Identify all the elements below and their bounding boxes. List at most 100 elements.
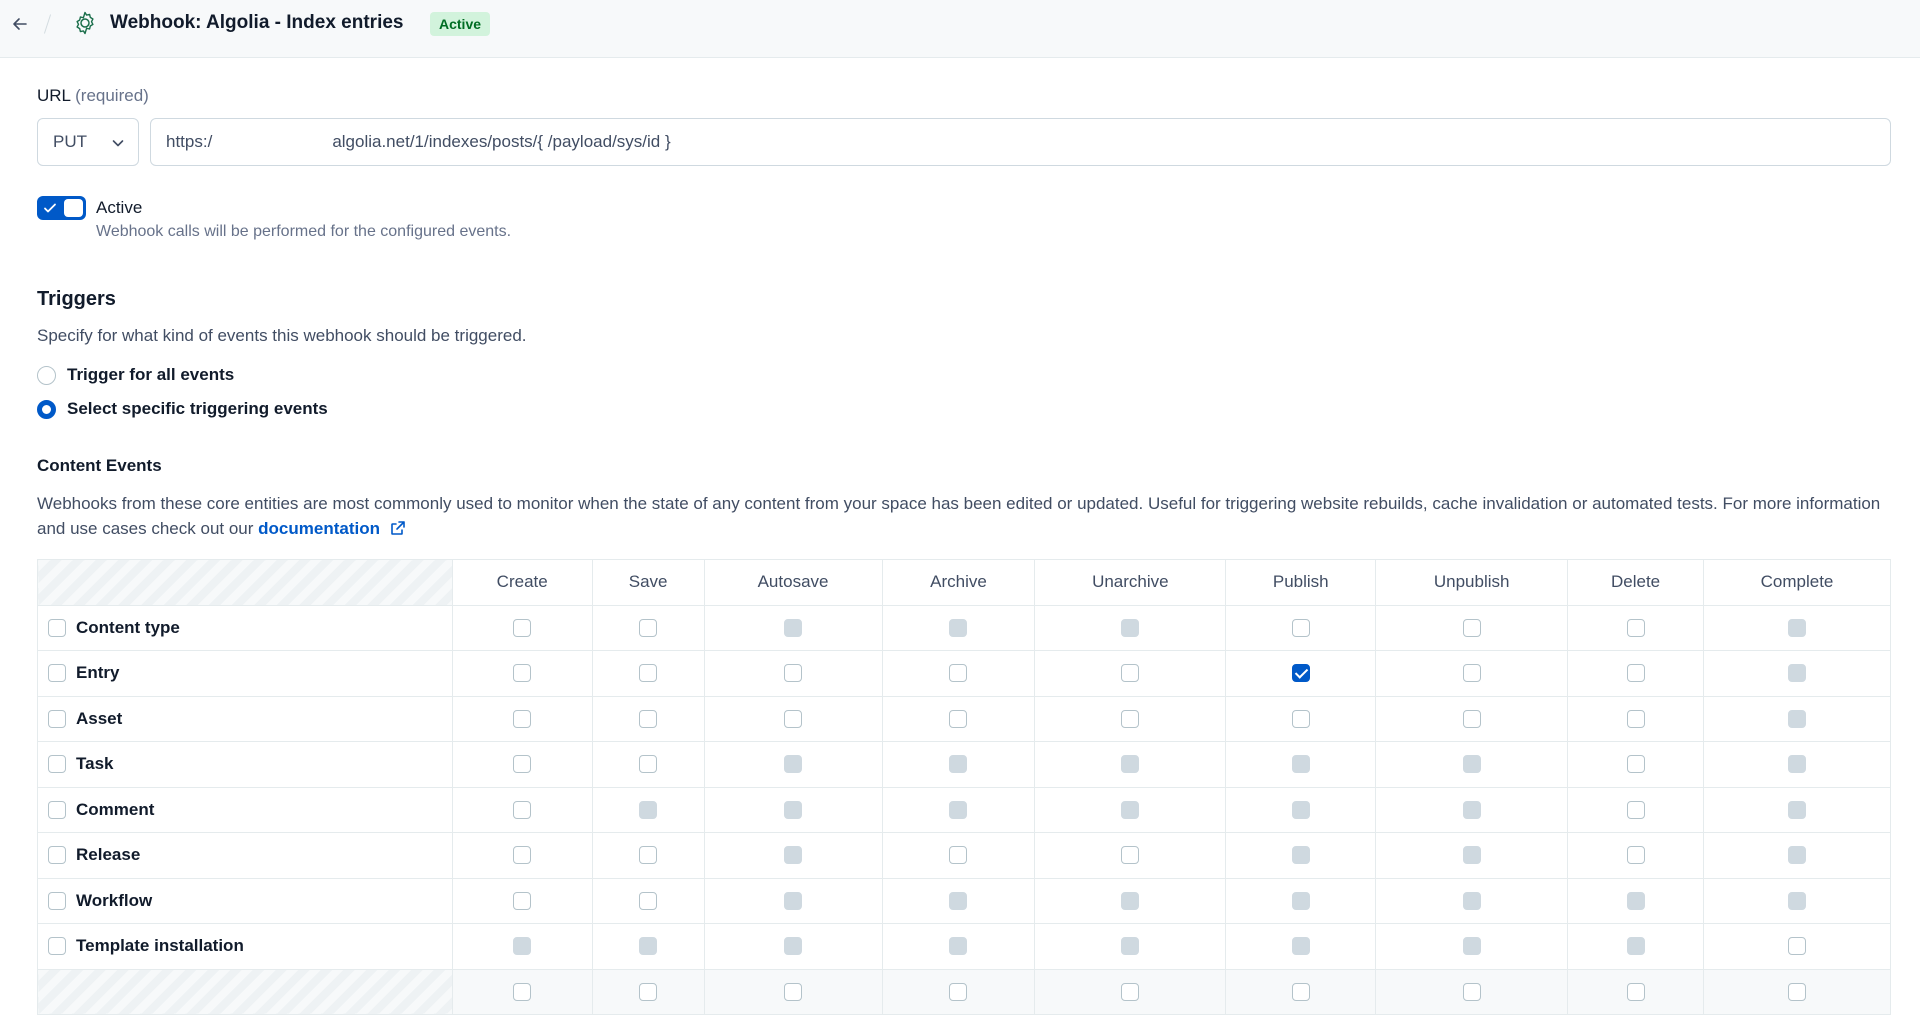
column-select-checkbox-unpublish[interactable]: [1462, 982, 1481, 1001]
event-checkbox-save[interactable]: [639, 709, 658, 728]
radio-button-selected[interactable]: [37, 399, 56, 419]
url-input[interactable]: https:/ algolia.net/1/indexes/posts/{ /p…: [150, 118, 1891, 166]
chevron-down-icon: [112, 140, 124, 147]
row-select-checkbox[interactable]: [48, 800, 66, 819]
event-checkbox-create[interactable]: [513, 800, 532, 819]
event-checkbox-create[interactable]: [513, 891, 532, 910]
event-checkbox-create[interactable]: [513, 618, 532, 637]
row-select-checkbox[interactable]: [48, 664, 66, 683]
event-cell: [1034, 832, 1227, 879]
event-cell: [451, 877, 593, 924]
event-checkbox-publish[interactable]: [1291, 709, 1310, 728]
event-checkbox-unpublish[interactable]: [1462, 618, 1481, 637]
event-checkbox-create[interactable]: [513, 709, 532, 728]
event-checkbox-autosave[interactable]: [784, 709, 803, 728]
event-checkbox-save[interactable]: [639, 618, 658, 637]
footer-corner: [37, 968, 453, 1015]
event-checkbox-unpublish[interactable]: [1462, 664, 1481, 683]
row-select-checkbox[interactable]: [48, 891, 66, 910]
event-checkbox-create: [513, 937, 532, 956]
row-select-checkbox[interactable]: [48, 937, 66, 956]
active-help-text: Webhook calls will be performed for the …: [96, 223, 512, 240]
event-checkbox-unpublish[interactable]: [1462, 709, 1481, 728]
table-header-row: Create Save Autosave Archive Unarchive Publis…: [37, 559, 1891, 606]
event-checkbox-archive[interactable]: [949, 846, 968, 865]
documentation-link-text: documentation: [258, 519, 380, 538]
event-checkbox-delete[interactable]: [1626, 664, 1645, 683]
external-link-icon: [390, 521, 405, 535]
event-checkbox-unpublish: [1462, 755, 1481, 774]
radio-specific-events[interactable]: Select specific triggering events: [37, 399, 328, 419]
row-label: Comment: [76, 799, 155, 819]
page-header: Webhook: Algolia - Index entries Active: [0, 0, 1920, 58]
event-cell: [703, 923, 883, 970]
gear-icon: [76, 11, 94, 35]
column-select-checkbox-unarchive[interactable]: [1121, 982, 1140, 1001]
event-checkbox-save[interactable]: [639, 664, 658, 683]
event-cell: [1703, 923, 1891, 970]
row-select-checkbox[interactable]: [48, 709, 66, 728]
event-checkbox-unarchive: [1121, 800, 1140, 819]
row-select-checkbox[interactable]: [48, 846, 66, 865]
event-checkbox-publish[interactable]: [1291, 618, 1310, 637]
event-checkbox-archive[interactable]: [949, 664, 968, 683]
event-cell: [1703, 832, 1891, 879]
event-checkbox-unpublish: [1462, 937, 1481, 956]
event-checkbox-complete[interactable]: [1788, 937, 1807, 956]
event-cell: [1375, 923, 1569, 970]
event-cell: [881, 832, 1036, 879]
table-row: Template installation: [37, 923, 1891, 970]
event-cell: [1703, 604, 1891, 651]
event-checkbox-save[interactable]: [639, 846, 658, 865]
column-select-checkbox-create[interactable]: [513, 982, 532, 1001]
event-checkbox-delete[interactable]: [1626, 800, 1645, 819]
event-checkbox-create[interactable]: [513, 664, 532, 683]
event-checkbox-complete: [1788, 709, 1807, 728]
column-select-cell: [1375, 968, 1569, 1015]
row-select-checkbox[interactable]: [48, 755, 66, 774]
radio-all-events[interactable]: Trigger for all events: [37, 365, 234, 385]
http-method-select[interactable]: PUT: [37, 118, 139, 166]
event-checkbox-unarchive[interactable]: [1121, 709, 1140, 728]
event-checkbox-save[interactable]: [639, 755, 658, 774]
event-cell: [703, 877, 883, 924]
event-checkbox-unarchive: [1121, 755, 1140, 774]
event-checkbox-delete[interactable]: [1626, 618, 1645, 637]
event-checkbox-delete[interactable]: [1626, 846, 1645, 865]
row-select-checkbox[interactable]: [48, 618, 66, 637]
row-header: Workflow: [37, 877, 453, 924]
event-checkbox-unarchive[interactable]: [1121, 664, 1140, 683]
column-select-checkbox-autosave[interactable]: [784, 982, 803, 1001]
event-checkbox-save[interactable]: [639, 891, 658, 910]
event-checkbox-autosave: [784, 800, 803, 819]
event-cell: [1375, 877, 1569, 924]
column-header-autosave: Autosave: [703, 559, 883, 606]
event-checkbox-delete[interactable]: [1626, 709, 1645, 728]
event-checkbox-create[interactable]: [513, 755, 532, 774]
event-checkbox-unpublish: [1462, 800, 1481, 819]
radio-button[interactable]: [37, 365, 56, 385]
event-checkbox-publish[interactable]: [1291, 664, 1310, 683]
event-checkbox-archive[interactable]: [949, 709, 968, 728]
back-button[interactable]: [8, 12, 32, 36]
column-select-cell: [1567, 968, 1705, 1015]
table-row: Asset: [37, 695, 1891, 742]
column-select-checkbox-save[interactable]: [639, 982, 658, 1001]
event-checkbox-delete[interactable]: [1626, 755, 1645, 774]
url-label-text: URL: [37, 86, 71, 105]
event-cell: [591, 695, 705, 742]
column-select-checkbox-publish[interactable]: [1291, 982, 1310, 1001]
event-checkbox-unarchive[interactable]: [1121, 846, 1140, 865]
event-cell: [1703, 741, 1891, 788]
column-select-checkbox-delete[interactable]: [1626, 982, 1645, 1001]
event-cell: [1034, 650, 1227, 697]
event-cell: [703, 786, 883, 833]
event-checkbox-create[interactable]: [513, 846, 532, 865]
column-select-checkbox-archive[interactable]: [949, 982, 968, 1001]
event-checkbox-autosave[interactable]: [784, 664, 803, 683]
column-select-checkbox-complete[interactable]: [1788, 982, 1807, 1001]
header-divider: [43, 14, 52, 34]
documentation-link[interactable]: documentation: [258, 519, 407, 538]
event-cell: [1703, 695, 1891, 742]
active-toggle[interactable]: [37, 196, 86, 220]
